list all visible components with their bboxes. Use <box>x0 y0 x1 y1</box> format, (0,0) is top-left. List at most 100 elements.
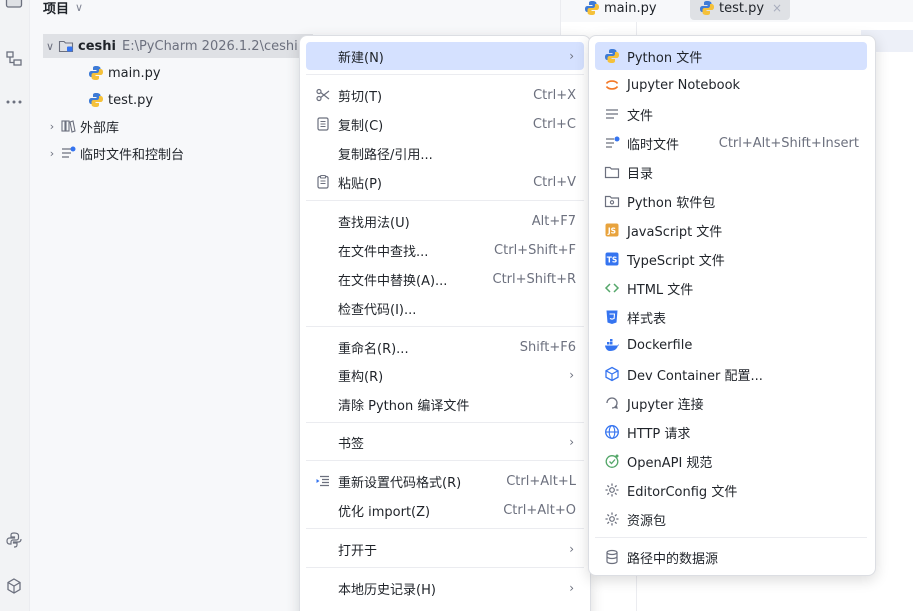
chevron-down-icon[interactable]: ∨ <box>75 1 83 14</box>
menu-item-label: 本地历史记录(H) <box>338 582 436 598</box>
chevron-right-icon[interactable]: › <box>45 120 59 133</box>
submenu-item-stylesheet[interactable]: 样式表 <box>595 303 867 331</box>
chevron-right-icon: › <box>569 435 574 449</box>
submenu-item-dev-container[interactable]: Dev Container 配置... <box>595 360 867 388</box>
project-tool-icon[interactable] <box>2 0 26 14</box>
menu-item-shortcut: Alt+F7 <box>531 213 576 229</box>
tree-item-label: main.py <box>108 65 161 81</box>
tree-item-label: 临时文件和控制台 <box>80 147 185 163</box>
tree-item-project-root[interactable]: ∨ ceshi E:\PyCharm 2026.1.2\ceshi <box>43 34 313 58</box>
copy-icon <box>314 115 332 133</box>
menu-item-label: 粘贴(P) <box>338 176 382 192</box>
menu-separator <box>306 567 584 568</box>
menu-item-label: 临时文件 <box>627 137 680 153</box>
database-icon <box>603 548 621 566</box>
dev-container-icon <box>603 365 621 383</box>
menu-item-label: 重新设置代码格式(R) <box>338 475 462 491</box>
chevron-right-icon: › <box>569 581 574 595</box>
python-packages-icon[interactable] <box>2 574 26 598</box>
menu-item-local-history[interactable]: 本地历史记录(H) › <box>306 574 584 602</box>
chevron-right-icon: › <box>569 542 574 556</box>
paste-icon <box>314 173 332 191</box>
chevron-right-icon: › <box>569 49 574 63</box>
project-panel-title-label: 项目 <box>43 1 70 17</box>
menu-item-shortcut: Ctrl+Shift+R <box>492 271 577 287</box>
menu-item-shortcut: Ctrl+V <box>533 174 576 190</box>
menu-item-shortcut: Ctrl+Shift+F <box>494 242 576 258</box>
menu-item-replace-in-files[interactable]: 在文件中替换(A)... Ctrl+Shift+R <box>306 265 584 293</box>
menu-item-label: Python 软件包 <box>627 195 716 211</box>
tab-test-py[interactable]: test.py × <box>690 0 791 20</box>
submenu-item-typescript-file[interactable]: TS TypeScript 文件 <box>595 245 867 273</box>
activity-bar <box>0 0 30 611</box>
menu-item-refactor[interactable]: 重构(R) › <box>306 361 584 389</box>
tree-item-scratches[interactable]: › 临时文件和控制台 <box>45 141 184 165</box>
tab-label: main.py <box>604 0 657 16</box>
menu-item-find-usages[interactable]: 查找用法(U) Alt+F7 <box>306 207 584 235</box>
submenu-item-html-file[interactable]: HTML 文件 <box>595 274 867 302</box>
menu-item-label: 重命名(R)... <box>338 341 409 357</box>
editor-tab-bar: main.py test.py × <box>561 0 913 22</box>
menu-item-find-in-files[interactable]: 在文件中查找... Ctrl+Shift+F <box>306 236 584 264</box>
menu-item-label: 路径中的数据源 <box>627 551 719 567</box>
menu-item-copy[interactable]: 复制(C) Ctrl+C <box>306 110 584 138</box>
submenu-item-python-file[interactable]: Python 文件 <box>595 42 867 70</box>
menu-item-label: HTML 文件 <box>627 282 694 298</box>
structure-tool-icon[interactable] <box>2 47 26 71</box>
menu-item-label: Jupyter Notebook <box>627 77 741 93</box>
menu-item-rename[interactable]: 重命名(R)... Shift+F6 <box>306 333 584 361</box>
tree-item-external-libraries[interactable]: › 外部库 <box>45 114 119 138</box>
menu-item-label: 优化 import(Z) <box>338 504 431 520</box>
submenu-item-dockerfile[interactable]: Dockerfile <box>595 331 867 359</box>
menu-item-inspect-code[interactable]: 检查代码(I)... <box>306 294 584 322</box>
menu-item-label: 文件 <box>627 108 654 124</box>
menu-item-label: Dockerfile <box>627 337 693 353</box>
submenu-item-http-request[interactable]: HTTP 请求 <box>595 418 867 446</box>
menu-item-label: 查找用法(U) <box>338 215 410 231</box>
tree-item-label: test.py <box>108 92 154 108</box>
submenu-item-openapi[interactable]: OpenAPI 规范 <box>595 447 867 475</box>
tree-item-main-py[interactable]: main.py <box>87 61 161 85</box>
submenu-item-scratch-file[interactable]: 临时文件 Ctrl+Alt+Shift+Insert <box>595 129 867 157</box>
submenu-item-file[interactable]: 文件 <box>595 100 867 128</box>
menu-item-paste[interactable]: 粘贴(P) Ctrl+V <box>306 168 584 196</box>
tab-label: test.py <box>719 0 765 16</box>
menu-item-open-in[interactable]: 打开于 › <box>306 535 584 563</box>
tree-item-test-py[interactable]: test.py <box>87 88 153 112</box>
chevron-right-icon[interactable]: › <box>45 147 59 160</box>
submenu-item-javascript-file[interactable]: JS JavaScript 文件 <box>595 216 867 244</box>
tab-main-py[interactable]: main.py <box>575 0 665 20</box>
menu-item-label: HTTP 请求 <box>627 426 691 442</box>
menu-item-optimize-imports[interactable]: 优化 import(Z) Ctrl+Alt+O <box>306 496 584 524</box>
menu-item-label: OpenAPI 规范 <box>627 455 713 471</box>
chevron-down-icon[interactable]: ∨ <box>43 40 57 53</box>
typescript-icon: TS <box>603 250 621 268</box>
close-icon[interactable]: × <box>772 1 782 15</box>
submenu-item-jupyter-notebook[interactable]: Jupyter Notebook <box>595 71 867 99</box>
submenu-item-jupyter-connection[interactable]: Jupyter 连接 <box>595 389 867 417</box>
reformat-icon <box>314 472 332 490</box>
menu-item-label: EditorConfig 文件 <box>627 484 738 500</box>
submenu-item-resource-bundle[interactable]: 资源包 <box>595 505 867 533</box>
menu-item-clean-python-compiled[interactable]: 清除 Python 编译文件 <box>306 390 584 418</box>
new-submenu: Python 文件 Jupyter Notebook 文件 临时文件 Ctrl+… <box>588 35 876 576</box>
menu-item-shortcut: Ctrl+Alt+O <box>503 502 576 518</box>
menu-separator <box>306 460 584 461</box>
menu-item-shortcut: Ctrl+Alt+L <box>506 473 576 489</box>
submenu-item-directory[interactable]: 目录 <box>595 158 867 186</box>
more-tools-icon[interactable] <box>2 90 26 114</box>
menu-item-new[interactable]: 新建(N) › <box>306 42 584 70</box>
menu-item-label: 剪切(T) <box>338 89 383 105</box>
project-panel-title[interactable]: 项目 ∨ <box>43 0 83 17</box>
menu-item-reformat-code[interactable]: 重新设置代码格式(R) Ctrl+Alt+L <box>306 467 584 495</box>
menu-item-bookmarks[interactable]: 书签 › <box>306 428 584 456</box>
submenu-item-editorconfig[interactable]: EditorConfig 文件 <box>595 476 867 504</box>
css-icon <box>603 308 621 326</box>
python-console-icon[interactable] <box>2 528 26 552</box>
menu-item-copy-path[interactable]: 复制路径/引用... <box>306 139 584 167</box>
chevron-right-icon: › <box>569 368 574 382</box>
menu-item-label: 在文件中查找... <box>338 244 429 260</box>
submenu-item-data-source-in-path[interactable]: 路径中的数据源 <box>595 543 867 571</box>
submenu-item-python-package[interactable]: Python 软件包 <box>595 187 867 215</box>
menu-item-cut[interactable]: 剪切(T) Ctrl+X <box>306 81 584 109</box>
